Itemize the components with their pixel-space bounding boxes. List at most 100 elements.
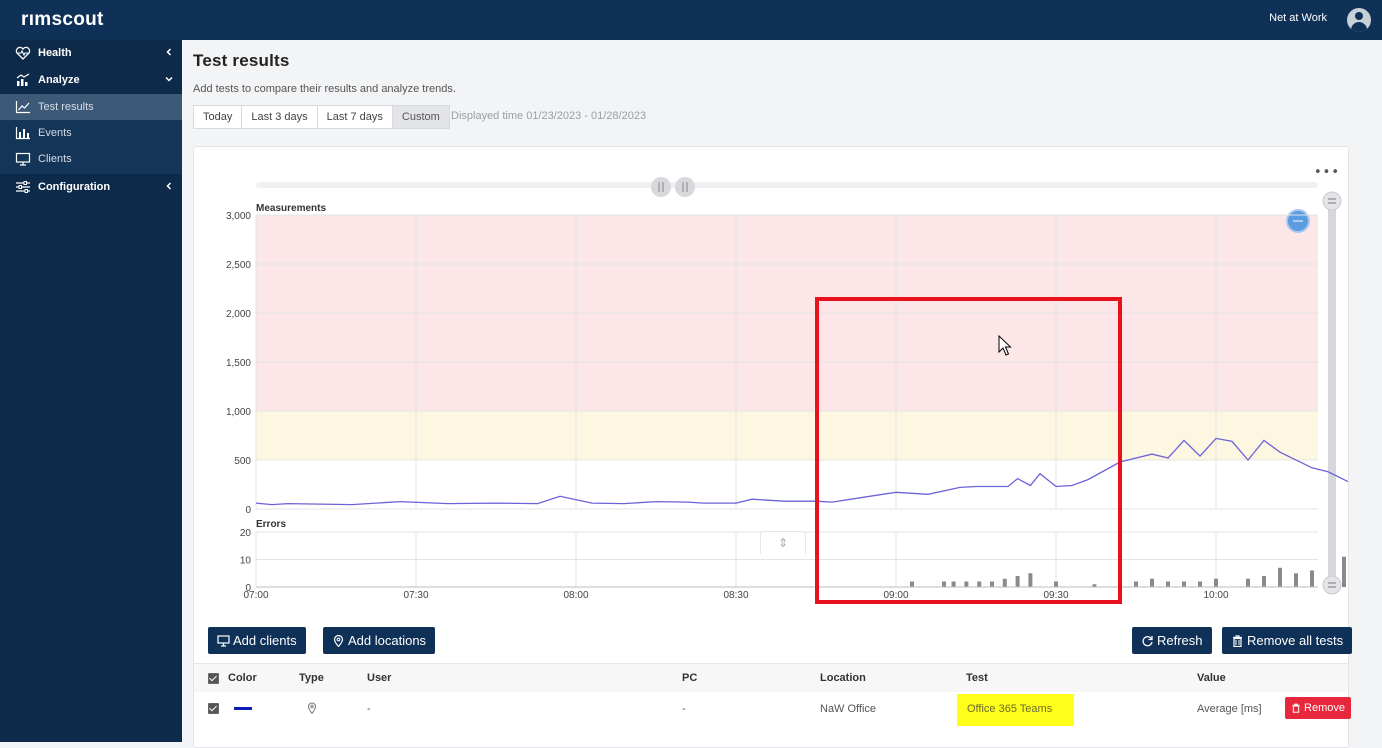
x-tick-label: 08:30	[723, 590, 748, 601]
range-3-days-button[interactable]: Last 3 days	[242, 106, 318, 128]
x-tick-label: 07:30	[403, 590, 428, 601]
trash-icon	[1233, 634, 1242, 647]
location-pin-icon	[333, 634, 344, 647]
logo[interactable]: rımscout	[21, 9, 104, 31]
bar-chart-icon	[15, 127, 30, 140]
sidebar-item-label: Clients	[38, 153, 72, 165]
row-value: Average [ms]	[1197, 703, 1262, 715]
error-bar	[951, 581, 956, 587]
add-locations-button[interactable]: Add locations	[323, 627, 436, 654]
column-header-type[interactable]: Type	[299, 672, 324, 684]
error-bar	[1214, 578, 1218, 587]
panel-title-measurements: Measurements	[256, 203, 326, 214]
chart-card: ••• 3,000 2,500 2,000 1,500 1,000 500 0 Measure…	[193, 146, 1349, 748]
column-header-test[interactable]: Test	[966, 672, 988, 684]
table-row[interactable]: - - NaW Office Office 365 Teams Average …	[194, 692, 1351, 728]
vertical-scrollbar	[1328, 199, 1336, 587]
row-pc: -	[682, 703, 686, 715]
error-bar	[1278, 567, 1282, 587]
heart-monitor-icon	[15, 46, 31, 60]
sidebar-item-label: Events	[38, 127, 72, 139]
sidebar: Health Analyze Test results Events Clien…	[0, 40, 182, 742]
chevron-left-icon	[166, 182, 172, 190]
time-range-selector: Today Last 3 days Last 7 days Custom	[193, 105, 450, 129]
error-bar	[964, 581, 969, 587]
column-header-color[interactable]: Color	[228, 672, 257, 684]
error-bar	[1166, 581, 1170, 587]
y-tick-label: 1,000	[226, 407, 251, 418]
sidebar-item-label: Health	[38, 47, 72, 59]
y-tick-label: 20	[240, 528, 252, 539]
top-bar: rımscout Net at Work	[0, 0, 1382, 40]
error-bar	[1150, 578, 1154, 587]
resize-handle[interactable]: ⇕	[760, 531, 806, 554]
range-custom-button[interactable]: Custom	[392, 106, 449, 128]
sliders-icon	[16, 181, 30, 193]
displayed-time: Displayed time 01/23/2023 - 01/28/2023	[451, 110, 647, 122]
error-bar	[1182, 581, 1186, 587]
sidebar-item-test-results[interactable]: Test results	[0, 94, 182, 120]
line-chart-icon	[15, 101, 30, 114]
add-clients-label: Add clients	[233, 633, 297, 648]
y-tick-label: 2,000	[226, 309, 251, 320]
series-color-swatch[interactable]	[234, 707, 252, 710]
error-bar	[1246, 578, 1250, 587]
row-user: -	[367, 703, 371, 715]
error-bar	[1002, 578, 1007, 587]
threshold-band	[256, 411, 1318, 460]
sidebar-item-label: Test results	[38, 101, 94, 113]
error-bar	[1054, 581, 1058, 587]
location-pin-icon	[307, 702, 317, 714]
remove-button[interactable]: Remove	[1285, 697, 1351, 719]
table-header: Color Type User PC Location Test Value	[194, 663, 1348, 693]
sidebar-item-configuration[interactable]: Configuration	[0, 174, 182, 200]
row-checkbox[interactable]	[208, 703, 219, 714]
user-name[interactable]: Net at Work	[1269, 12, 1327, 24]
monitor-icon	[15, 152, 31, 166]
refresh-button[interactable]: Refresh	[1132, 627, 1212, 654]
column-header-value[interactable]: Value	[1197, 672, 1226, 684]
trash-icon	[1292, 703, 1300, 713]
sidebar-item-analyze[interactable]: Analyze	[0, 67, 182, 93]
avatar[interactable]	[1347, 8, 1371, 32]
navigator-handle	[651, 177, 671, 197]
refresh-icon	[1142, 635, 1153, 646]
column-header-location[interactable]: Location	[820, 672, 866, 684]
sidebar-item-events[interactable]: Events	[0, 120, 182, 146]
x-tick-label: 09:00	[883, 590, 908, 601]
column-header-pc[interactable]: PC	[682, 672, 697, 684]
add-clients-button[interactable]: Add clients	[208, 627, 306, 654]
navigator-handle	[675, 177, 695, 197]
x-tick-label: 09:30	[1043, 590, 1068, 601]
monitor-icon	[217, 634, 230, 647]
refresh-label: Refresh	[1157, 633, 1203, 648]
y-tick-label: 3,000	[226, 211, 251, 222]
row-location: NaW Office	[820, 703, 877, 715]
navigator-track	[256, 182, 1318, 188]
x-tick-label: 10:00	[1203, 590, 1228, 601]
range-today-button[interactable]: Today	[194, 106, 243, 128]
sidebar-item-clients[interactable]: Clients	[0, 146, 182, 172]
error-bar	[1310, 570, 1314, 587]
error-bar	[990, 581, 994, 587]
range-7-days-button[interactable]: Last 7 days	[318, 106, 393, 128]
chart-analyze-icon	[16, 73, 30, 86]
vertical-scroll-handle	[1322, 191, 1342, 211]
error-bar	[942, 581, 946, 587]
remove-label: Remove	[1304, 702, 1345, 714]
mouse-cursor-icon	[998, 335, 1012, 356]
remove-all-tests-label: Remove all tests	[1247, 633, 1344, 648]
y-tick-label: 1,500	[226, 358, 251, 369]
sidebar-item-label: Analyze	[38, 74, 80, 86]
error-bar	[1028, 573, 1033, 587]
error-bar	[1294, 573, 1298, 587]
error-bar	[1198, 581, 1202, 587]
select-all-checkbox[interactable]	[208, 673, 219, 684]
test-results-chart: 3,000 2,500 2,000 1,500 1,000 500 0 Measurement…	[226, 177, 1348, 601]
x-tick-label: 07:00	[243, 590, 268, 601]
page-subtitle: Add tests to compare their results and a…	[193, 83, 456, 95]
remove-all-tests-button[interactable]: Remove all tests	[1222, 627, 1353, 654]
add-locations-label: Add locations	[348, 633, 427, 648]
sidebar-item-health[interactable]: Health	[0, 40, 182, 66]
column-header-user[interactable]: User	[367, 672, 391, 684]
